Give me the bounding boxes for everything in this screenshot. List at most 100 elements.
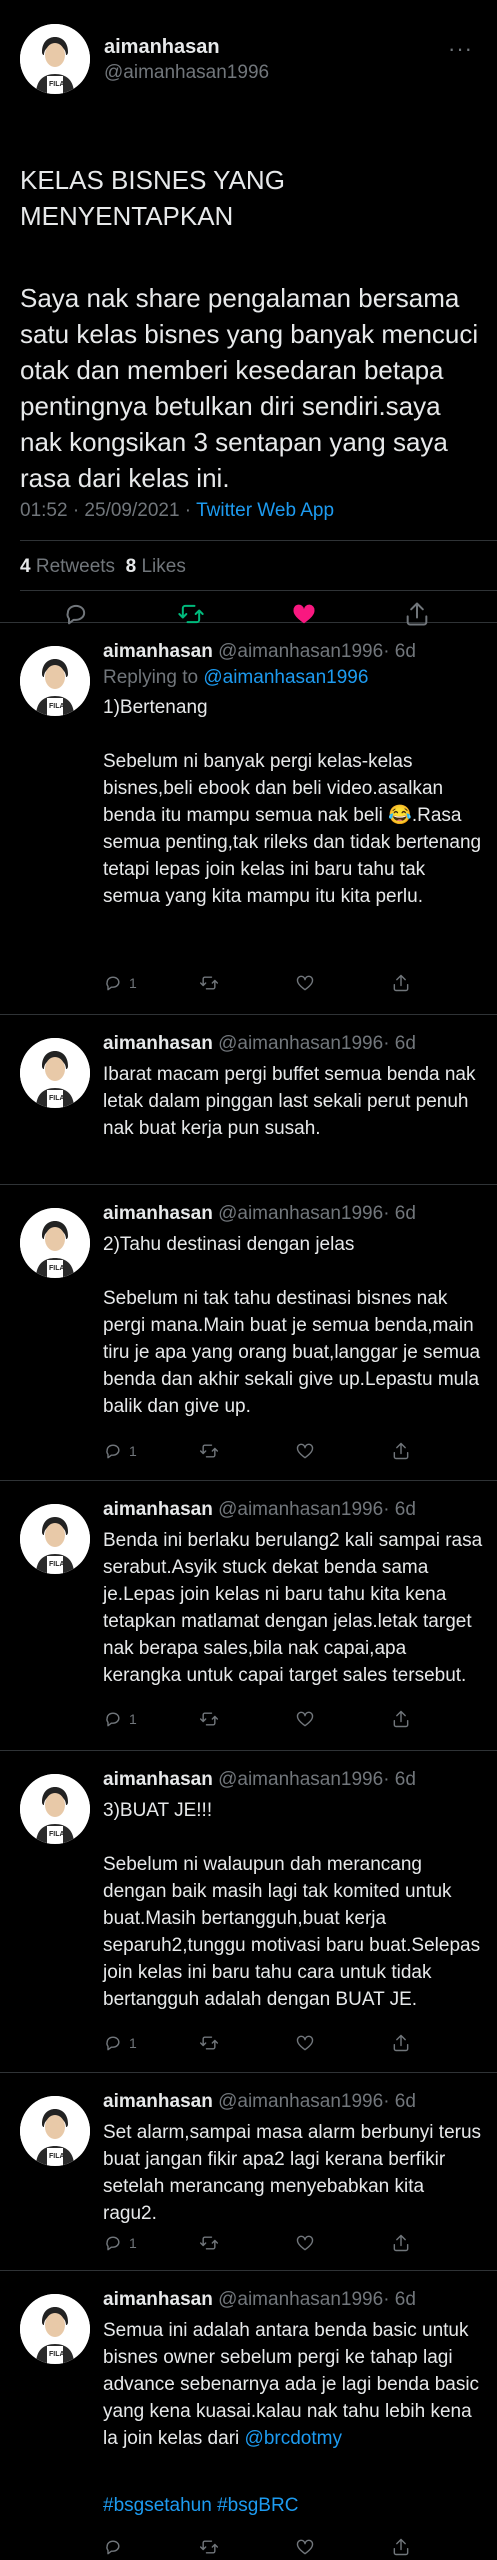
retweet-icon[interactable] [199, 972, 219, 994]
reply-icon [103, 2033, 123, 2053]
share-icon[interactable] [391, 2032, 411, 2054]
avatar[interactable] [20, 24, 90, 94]
divider [20, 540, 497, 541]
retweets-count: 4 [20, 556, 31, 577]
reply-count: 1 [129, 975, 137, 991]
author-name[interactable]: aimanhasan [103, 1033, 213, 1054]
avatar[interactable] [20, 2096, 90, 2166]
author-name[interactable]: aimanhasan [103, 1203, 213, 1224]
share-icon[interactable] [391, 2536, 411, 2558]
reply-text: 3)BUAT JE!!! Sebelum ni walaupun dah mer… [103, 1800, 481, 2010]
reply-actions: 1 [103, 1440, 463, 1464]
author-handle[interactable]: @aimanhasan1996 [218, 2289, 383, 2310]
main-tweet: aimanhasan @aimanhasan1996 ··· KELAS BIS… [0, 0, 497, 623]
retweet-icon[interactable] [199, 2232, 219, 2254]
reply-actions: 1 [103, 2232, 463, 2256]
reply-date[interactable]: · 6d [383, 1769, 416, 1790]
avatar[interactable] [20, 1208, 90, 1278]
share-icon[interactable] [391, 2232, 411, 2254]
reply-icon [103, 2233, 123, 2253]
reply-tweet[interactable]: aimanhasan @aimanhasan1996· 6d 2)Tahu de… [0, 1184, 497, 1481]
likes-count: 8 [125, 556, 137, 577]
reply-button[interactable]: 1 [103, 2232, 137, 2254]
avatar[interactable] [20, 1504, 90, 1574]
author-name[interactable]: aimanhasan [103, 2289, 213, 2310]
tweet-stats: 4 Retweets 8 Likes [20, 556, 186, 578]
reply-tweet[interactable]: aimanhasan @aimanhasan1996· 6d 3)BUAT JE… [0, 1750, 497, 2073]
reply-actions: 1 [103, 1708, 463, 1732]
author-handle[interactable]: @aimanhasan1996 [218, 641, 383, 662]
hashtag-links[interactable]: #bsgsetahun #bsgBRC [103, 2495, 298, 2516]
laughing-emoji: 😂 [388, 805, 412, 826]
share-icon[interactable] [391, 1708, 411, 1730]
reply-button[interactable]: 1 [103, 1440, 137, 1462]
reply-date[interactable]: · 6d [383, 1203, 416, 1224]
like-icon[interactable] [295, 972, 315, 994]
reply-tweet[interactable]: aimanhasan @aimanhasan1996· 6d Ibarat ma… [0, 1014, 497, 1185]
reply-header: aimanhasan @aimanhasan1996· 6d [103, 1769, 416, 1791]
retweet-icon[interactable] [199, 2032, 219, 2054]
reply-header: aimanhasan @aimanhasan1996· 6d [103, 2289, 416, 2311]
reply-header: aimanhasan @aimanhasan1996· 6d [103, 1033, 416, 1055]
more-icon[interactable]: ··· [448, 36, 473, 62]
author-handle[interactable]: @aimanhasan1996 [218, 1033, 383, 1054]
tweet-source-app[interactable]: Twitter Web App [196, 500, 334, 521]
author-handle[interactable]: @aimanhasan1996 [218, 1769, 383, 1790]
reply-tweet[interactable]: aimanhasan @aimanhasan1996· 6d Replying … [0, 622, 497, 1015]
author-handle[interactable]: @aimanhasan1996 [104, 62, 269, 84]
reply-icon [103, 1441, 123, 1461]
reply-date[interactable]: · 6d [383, 1033, 416, 1054]
reply-button[interactable]: 1 [103, 1708, 137, 1730]
author-name[interactable]: aimanhasan [103, 641, 213, 662]
reply-hashtags: #bsgsetahun #bsgBRC [103, 2492, 483, 2519]
reply-header: aimanhasan @aimanhasan1996· 6d [103, 1499, 416, 1521]
avatar[interactable] [20, 2294, 90, 2364]
avatar[interactable] [20, 1038, 90, 1108]
replying-label: Replying to [103, 667, 204, 688]
author-name[interactable]: aimanhasan [104, 36, 220, 59]
author-name[interactable]: aimanhasan [103, 1769, 213, 1790]
reply-tweet[interactable]: aimanhasan @aimanhasan1996· 6d Benda ini… [0, 1480, 497, 1751]
reply-actions: 1 [103, 972, 463, 996]
avatar[interactable] [20, 1774, 90, 1844]
reply-tweet[interactable]: aimanhasan @aimanhasan1996· 6d Set alarm… [0, 2072, 497, 2271]
retweet-icon[interactable] [199, 2536, 219, 2558]
reply-count: 1 [129, 1711, 137, 1727]
reply-header: aimanhasan @aimanhasan1996· 6d [103, 1203, 416, 1225]
reply-button[interactable]: 1 [103, 972, 137, 994]
author-handle[interactable]: @aimanhasan1996 [218, 1203, 383, 1224]
retweet-icon[interactable] [199, 1440, 219, 1462]
author-name[interactable]: aimanhasan [103, 2091, 213, 2112]
avatar[interactable] [20, 646, 90, 716]
reply-icon[interactable] [103, 2536, 123, 2558]
author-name[interactable]: aimanhasan [103, 1499, 213, 1520]
reply-date[interactable]: · 6d [383, 641, 416, 662]
tweet-timestamp[interactable]: 01:52 · 25/09/2021 · [20, 500, 196, 521]
share-icon[interactable] [391, 972, 411, 994]
like-icon[interactable] [295, 2032, 315, 2054]
like-icon[interactable] [295, 2232, 315, 2254]
likes-stat[interactable]: 8 Likes [126, 556, 186, 577]
reply-date[interactable]: · 6d [383, 1499, 416, 1520]
like-icon[interactable] [295, 1440, 315, 1462]
reply-text: Ibarat macam pergi buffet semua benda na… [103, 1064, 476, 1139]
reply-icon [103, 1709, 123, 1729]
retweets-stat[interactable]: 4 Retweets [20, 556, 115, 577]
mention-link[interactable]: @brcdotmy [245, 2428, 342, 2449]
retweet-icon[interactable] [199, 1708, 219, 1730]
like-icon[interactable] [295, 1708, 315, 1730]
reply-text: Set alarm,sampai masa alarm berbunyi ter… [103, 2122, 482, 2224]
reply-count: 1 [129, 1443, 137, 1459]
reply-date[interactable]: · 6d [383, 2289, 416, 2310]
reply-button[interactable]: 1 [103, 2032, 137, 2054]
reply-tweet[interactable]: aimanhasan @aimanhasan1996· 6d Semua ini… [0, 2270, 497, 2560]
reply-date[interactable]: · 6d [383, 2091, 416, 2112]
reply-count: 1 [129, 2035, 137, 2051]
author-handle[interactable]: @aimanhasan1996 [218, 1499, 383, 1520]
share-icon[interactable] [391, 1440, 411, 1462]
reply-text: Semua ini adalah antara benda basic untu… [103, 2317, 483, 2452]
replying-mention[interactable]: @aimanhasan1996 [203, 667, 368, 688]
like-icon[interactable] [295, 2536, 315, 2558]
divider [20, 590, 497, 591]
author-handle[interactable]: @aimanhasan1996 [218, 2091, 383, 2112]
